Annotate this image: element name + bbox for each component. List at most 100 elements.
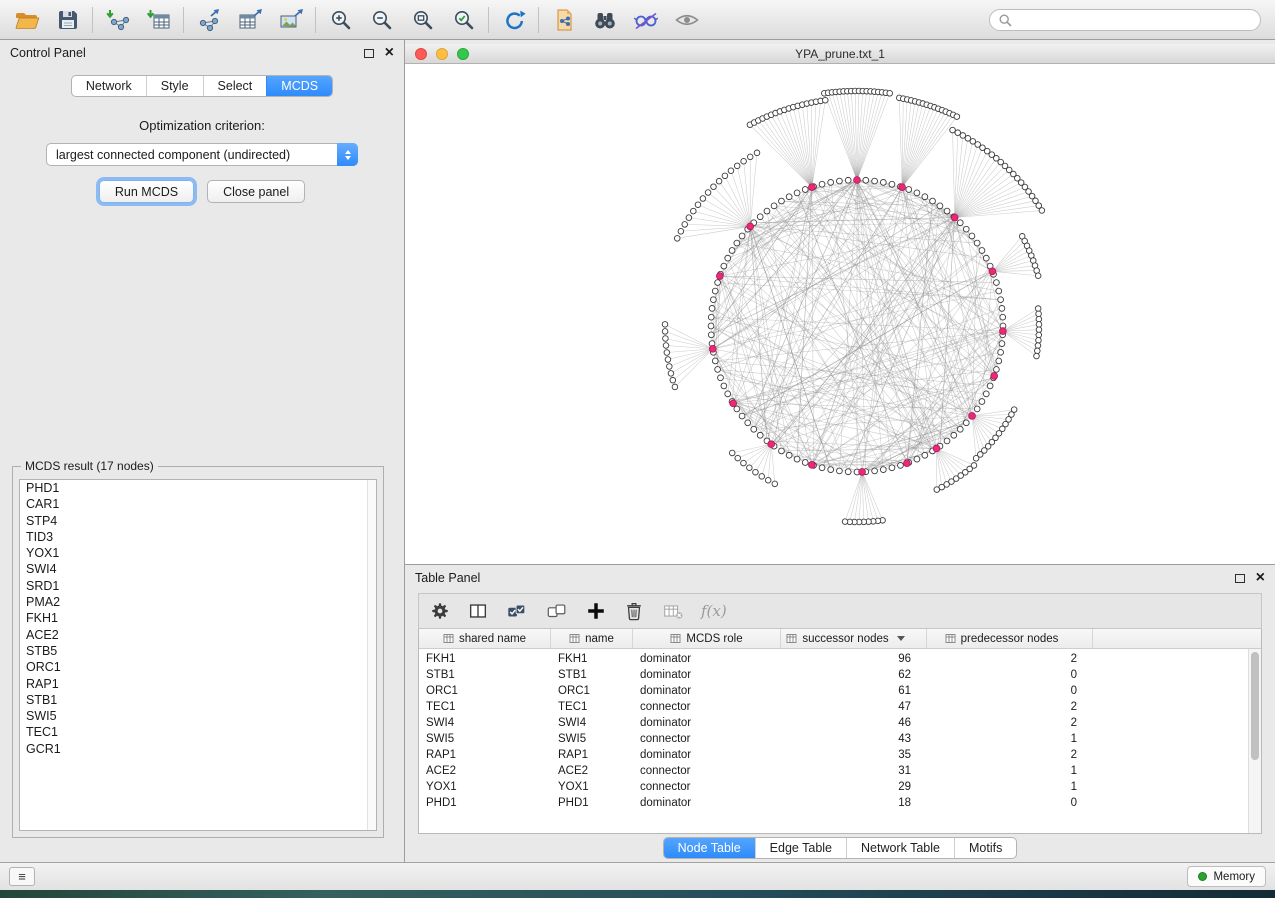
mcds-result-item[interactable]: STB5 bbox=[20, 643, 376, 659]
close-panel-button[interactable]: Close panel bbox=[207, 180, 305, 203]
delete-entry-trash-icon[interactable] bbox=[623, 600, 645, 622]
table-cell[interactable]: STB1 bbox=[551, 669, 633, 681]
zoom-in-button[interactable] bbox=[320, 4, 361, 36]
table-row[interactable]: PHD1PHD1dominator180 bbox=[419, 795, 1261, 811]
run-mcds-button[interactable]: Run MCDS bbox=[99, 180, 194, 203]
table-cell[interactable]: dominator bbox=[633, 797, 781, 809]
table-cell[interactable]: 0 bbox=[927, 669, 1093, 681]
window-maximize-icon[interactable] bbox=[457, 48, 469, 60]
close-panel-icon[interactable]: × bbox=[385, 45, 394, 61]
mcds-result-item[interactable]: PMA2 bbox=[20, 594, 376, 610]
table-cell[interactable]: dominator bbox=[633, 653, 781, 665]
table-cell[interactable]: 47 bbox=[781, 701, 927, 713]
column-header-successor-nodes[interactable]: successor nodes bbox=[781, 629, 927, 648]
mcds-result-item[interactable]: CAR1 bbox=[20, 496, 376, 512]
zoom-fit-button[interactable] bbox=[402, 4, 443, 36]
mcds-result-item[interactable]: SWI5 bbox=[20, 708, 376, 724]
table-row[interactable]: SWI5SWI5connector431 bbox=[419, 731, 1261, 747]
table-cell[interactable]: PHD1 bbox=[551, 797, 633, 809]
mcds-result-item[interactable]: SWI4 bbox=[20, 561, 376, 577]
table-cell[interactable]: ORC1 bbox=[551, 685, 633, 697]
window-minimize-icon[interactable] bbox=[436, 48, 448, 60]
float-table-panel-icon[interactable] bbox=[1235, 574, 1245, 583]
tab-node-table[interactable]: Node Table bbox=[664, 838, 755, 858]
table-cell[interactable]: 31 bbox=[781, 765, 927, 777]
mcds-result-item[interactable]: ORC1 bbox=[20, 659, 376, 675]
refresh-view-button[interactable] bbox=[493, 4, 534, 36]
table-cell[interactable]: 0 bbox=[927, 797, 1093, 809]
mcds-result-item[interactable]: STP4 bbox=[20, 513, 376, 529]
panel-menu-button[interactable]: ≡ bbox=[9, 867, 35, 886]
import-table-button[interactable] bbox=[138, 4, 179, 36]
table-cell[interactable]: TEC1 bbox=[551, 701, 633, 713]
add-entry-icon[interactable] bbox=[585, 600, 607, 622]
table-row[interactable]: ACE2ACE2connector311 bbox=[419, 763, 1261, 779]
table-cell[interactable]: TEC1 bbox=[419, 701, 551, 713]
table-cell[interactable]: 43 bbox=[781, 733, 927, 745]
column-header-predecessor-nodes[interactable]: predecessor nodes bbox=[927, 629, 1093, 648]
table-scrollbar[interactable] bbox=[1248, 649, 1261, 833]
tab-mcds[interactable]: MCDS bbox=[266, 76, 332, 96]
table-cell[interactable]: ACE2 bbox=[419, 765, 551, 777]
table-cell[interactable]: dominator bbox=[633, 685, 781, 697]
table-cell[interactable]: connector bbox=[633, 733, 781, 745]
table-cell[interactable]: 96 bbox=[781, 653, 927, 665]
float-panel-icon[interactable] bbox=[364, 49, 374, 58]
table-cell[interactable]: connector bbox=[633, 765, 781, 777]
table-row[interactable]: YOX1YOX1connector291 bbox=[419, 779, 1261, 795]
mcds-list-scrollbar[interactable] bbox=[367, 480, 376, 830]
table-cell[interactable]: PHD1 bbox=[419, 797, 551, 809]
show-columns-icon[interactable] bbox=[467, 600, 489, 622]
show-graphics-button[interactable] bbox=[666, 4, 707, 36]
tab-style[interactable]: Style bbox=[146, 76, 203, 96]
table-cell[interactable]: 35 bbox=[781, 749, 927, 761]
table-cell[interactable]: RAP1 bbox=[419, 749, 551, 761]
optimization-criterion-select[interactable]: largest connected component (undirected) bbox=[46, 143, 358, 166]
table-row[interactable]: SWI4SWI4dominator462 bbox=[419, 715, 1261, 731]
table-cell[interactable]: SWI5 bbox=[551, 733, 633, 745]
tab-motifs[interactable]: Motifs bbox=[954, 838, 1016, 858]
mcds-result-item[interactable]: ACE2 bbox=[20, 627, 376, 643]
table-cell[interactable]: 62 bbox=[781, 669, 927, 681]
table-row[interactable]: STB1STB1dominator620 bbox=[419, 667, 1261, 683]
mcds-result-item[interactable]: YOX1 bbox=[20, 545, 376, 561]
table-cell[interactable]: 2 bbox=[927, 653, 1093, 665]
mcds-result-item[interactable]: GCR1 bbox=[20, 741, 376, 757]
table-cell[interactable]: 1 bbox=[927, 765, 1093, 777]
table-cell[interactable]: ORC1 bbox=[419, 685, 551, 697]
import-network-button[interactable] bbox=[97, 4, 138, 36]
table-cell[interactable]: dominator bbox=[633, 669, 781, 681]
hide-unhide-button[interactable] bbox=[625, 4, 666, 36]
table-cell[interactable]: SWI5 bbox=[419, 733, 551, 745]
select-all-icon[interactable] bbox=[505, 600, 529, 622]
table-cell[interactable]: 1 bbox=[927, 781, 1093, 793]
table-cell[interactable]: YOX1 bbox=[419, 781, 551, 793]
zoom-selected-button[interactable] bbox=[443, 4, 484, 36]
table-cell[interactable]: 1 bbox=[927, 733, 1093, 745]
mcds-result-item[interactable]: SRD1 bbox=[20, 578, 376, 594]
table-row[interactable]: TEC1TEC1connector472 bbox=[419, 699, 1261, 715]
table-cell[interactable]: 61 bbox=[781, 685, 927, 697]
clone-network-button[interactable] bbox=[543, 4, 584, 36]
table-cell[interactable]: dominator bbox=[633, 749, 781, 761]
table-cell[interactable]: RAP1 bbox=[551, 749, 633, 761]
table-cell[interactable]: FKH1 bbox=[419, 653, 551, 665]
network-canvas[interactable] bbox=[405, 64, 1275, 564]
table-cell[interactable]: 2 bbox=[927, 717, 1093, 729]
table-cell[interactable]: 2 bbox=[927, 701, 1093, 713]
table-cell[interactable]: 0 bbox=[927, 685, 1093, 697]
tab-select[interactable]: Select bbox=[203, 76, 267, 96]
search-field[interactable] bbox=[989, 9, 1261, 31]
table-cell[interactable]: 18 bbox=[781, 797, 927, 809]
close-table-panel-icon[interactable]: × bbox=[1256, 570, 1265, 586]
mcds-result-item[interactable]: STB1 bbox=[20, 692, 376, 708]
table-cell[interactable]: SWI4 bbox=[419, 717, 551, 729]
memory-button[interactable]: Memory bbox=[1187, 866, 1266, 887]
table-cell[interactable]: 29 bbox=[781, 781, 927, 793]
tab-network-table[interactable]: Network Table bbox=[846, 838, 954, 858]
table-row[interactable]: ORC1ORC1dominator610 bbox=[419, 683, 1261, 699]
mcds-result-item[interactable]: PHD1 bbox=[20, 480, 376, 496]
table-cell[interactable]: 46 bbox=[781, 717, 927, 729]
table-cell[interactable]: YOX1 bbox=[551, 781, 633, 793]
table-cell[interactable]: 2 bbox=[927, 749, 1093, 761]
